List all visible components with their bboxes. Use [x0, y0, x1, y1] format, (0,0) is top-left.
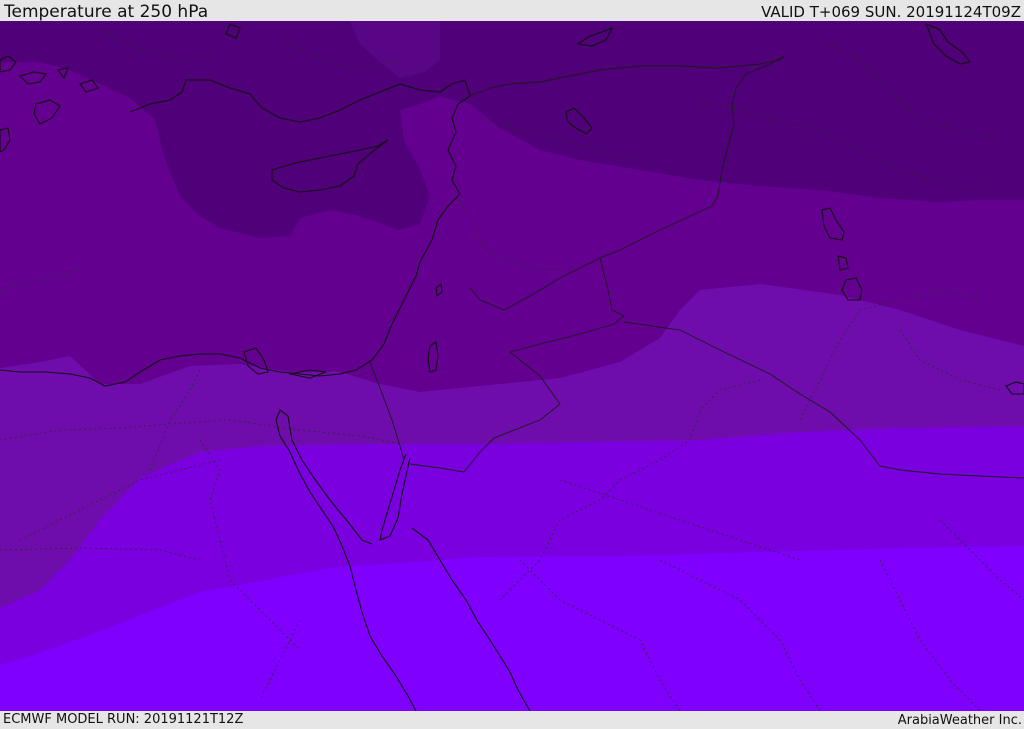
temperature-map[interactable] [0, 21, 1024, 711]
model-run-label: ECMWF MODEL RUN: 20191121T12Z [3, 712, 244, 727]
map-header: Temperature at 250 hPa VALID T+069 SUN. … [0, 0, 1024, 21]
credit-label: ArabiaWeather Inc. [897, 713, 1022, 728]
map-title: Temperature at 250 hPa [4, 2, 209, 22]
map-footer: ECMWF MODEL RUN: 20191121T12Z ArabiaWeat… [0, 711, 1024, 729]
valid-time-label: VALID T+069 SUN. 20191124T09Z [761, 3, 1021, 21]
